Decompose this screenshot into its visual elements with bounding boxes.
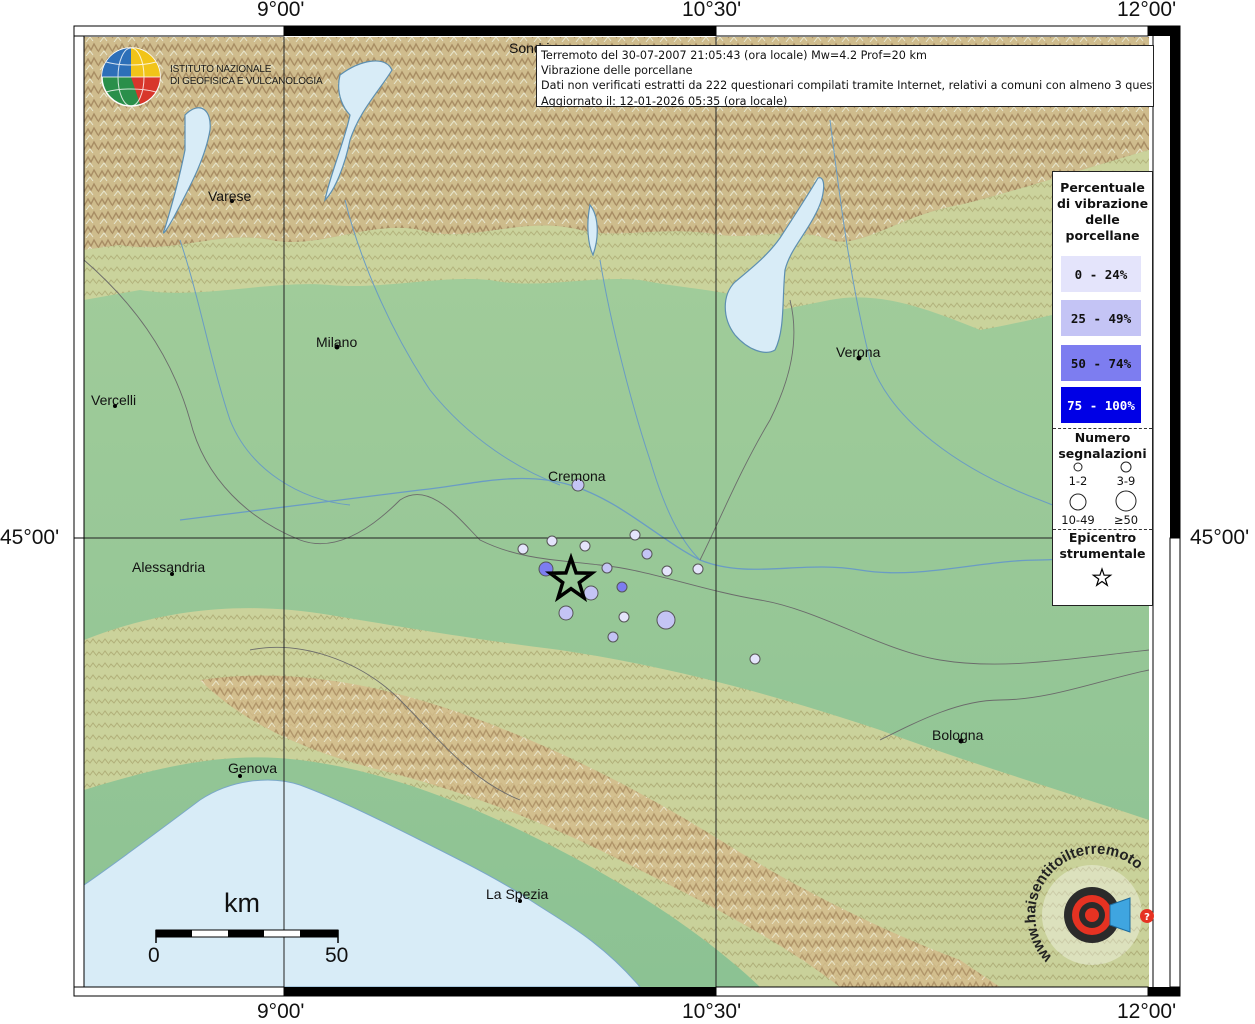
report-point: [583, 585, 599, 601]
legend-panel: Percentuale di vibrazione delle porcella…: [1052, 171, 1153, 606]
city-label-alessandria: Alessandria: [132, 559, 206, 575]
report-point: [601, 562, 613, 574]
report-point: [579, 540, 591, 552]
report-point: [558, 605, 574, 621]
scale-unit: km: [224, 888, 260, 918]
epicenter-title-line: strumentale: [1059, 546, 1146, 561]
lon-label-bottom-9: 9°00': [257, 1000, 305, 1023]
legend-title-line: di vibrazione: [1056, 196, 1149, 211]
city-label-genova: Genova: [228, 760, 278, 776]
report-point: [616, 581, 628, 593]
lon-label-bottom-12: 12°00': [1117, 1000, 1177, 1023]
city-label-verona: Verona: [836, 344, 881, 360]
count-title-line: Numero: [1074, 430, 1131, 445]
legend-class-50-74: 50 - 74%: [1061, 345, 1141, 381]
institute-name-line2: DI GEOFISICA E VULCANOLOGIA: [170, 75, 323, 87]
report-point: [749, 653, 761, 665]
count-symbol-medium: [1120, 461, 1132, 473]
lon-label-bottom-10-30: 10°30': [682, 1000, 742, 1023]
legend-title: Percentuale di vibrazione delle porcella…: [1053, 180, 1152, 244]
lon-label-top-9: 9°00': [257, 0, 305, 21]
epicenter-legend-star-icon: [1091, 567, 1113, 587]
count-label-50-plus: ≥50: [1113, 513, 1139, 527]
report-point: [661, 565, 673, 577]
legend-divider: [1053, 428, 1152, 429]
event-title: Terremoto del 30-07-2007 21:05:43 (ora l…: [541, 49, 927, 62]
legend-title-line: delle: [1085, 212, 1120, 227]
data-note: Dati non verificati estratti da 222 ques…: [541, 79, 1154, 93]
institute-name-line1: ISTITUTO NAZIONALE: [170, 64, 272, 75]
ingv-logo-icon: [101, 47, 161, 107]
institute-name: ISTITUTO NAZIONALE DI GEOFISICA E VULCAN…: [170, 64, 323, 87]
city-label-laspezia: La Spezia: [486, 886, 549, 902]
scale-min: 0: [148, 944, 160, 967]
report-point: [517, 543, 529, 555]
city-label-cremona: Cremona: [548, 468, 606, 484]
count-label-3-9: 3-9: [1116, 474, 1136, 488]
lon-label-top-12: 12°00': [1117, 0, 1177, 21]
report-point: [607, 631, 619, 643]
report-point: [692, 563, 704, 575]
count-symbol-xlarge: [1115, 490, 1137, 512]
count-label-10-49: 10-49: [1061, 513, 1095, 527]
lon-label-top-10-30: 10°30': [682, 0, 742, 21]
lat-label-right-45: 45°00': [1190, 526, 1250, 549]
legend-class-25-49: 25 - 49%: [1061, 300, 1141, 336]
report-point: [656, 610, 676, 630]
report-point: [629, 529, 641, 541]
update-timestamp: Aggiornato il: 12-01-2026 05:35 (ora loc…: [541, 94, 788, 107]
report-point: [546, 535, 558, 547]
lat-label-left-45: 45°00': [0, 526, 60, 549]
count-symbol-small: [1073, 462, 1083, 472]
event-info-box: Terremoto del 30-07-2007 21:05:43 (ora l…: [536, 45, 1154, 107]
city-label-vercelli: Vercelli: [91, 392, 137, 408]
svg-text:?: ?: [1144, 912, 1150, 923]
legend-class-0-24: 0 - 24%: [1061, 256, 1141, 292]
count-title: Numero segnalazioni: [1053, 430, 1152, 462]
city-label-varese: Varese: [208, 188, 252, 204]
legend-title-line: Percentuale: [1060, 180, 1145, 195]
report-point: [641, 548, 653, 560]
city-label-bologna: Bologna: [932, 727, 984, 743]
city-label-milano: Milano: [316, 334, 358, 350]
count-symbol-large: [1069, 493, 1087, 511]
map-subject: Vibrazione delle porcellane: [541, 64, 693, 78]
scale-max: 50: [325, 944, 349, 967]
map-area: [83, 37, 1150, 988]
report-point: [618, 611, 630, 623]
legend-class-75-100: 75 - 100%: [1061, 387, 1141, 423]
epicenter-title-line: Epicentro: [1068, 530, 1137, 545]
count-label-1-2: 1-2: [1068, 474, 1088, 488]
epicenter-title: Epicentro strumentale: [1053, 530, 1152, 562]
legend-title-line: porcellane: [1065, 228, 1140, 243]
